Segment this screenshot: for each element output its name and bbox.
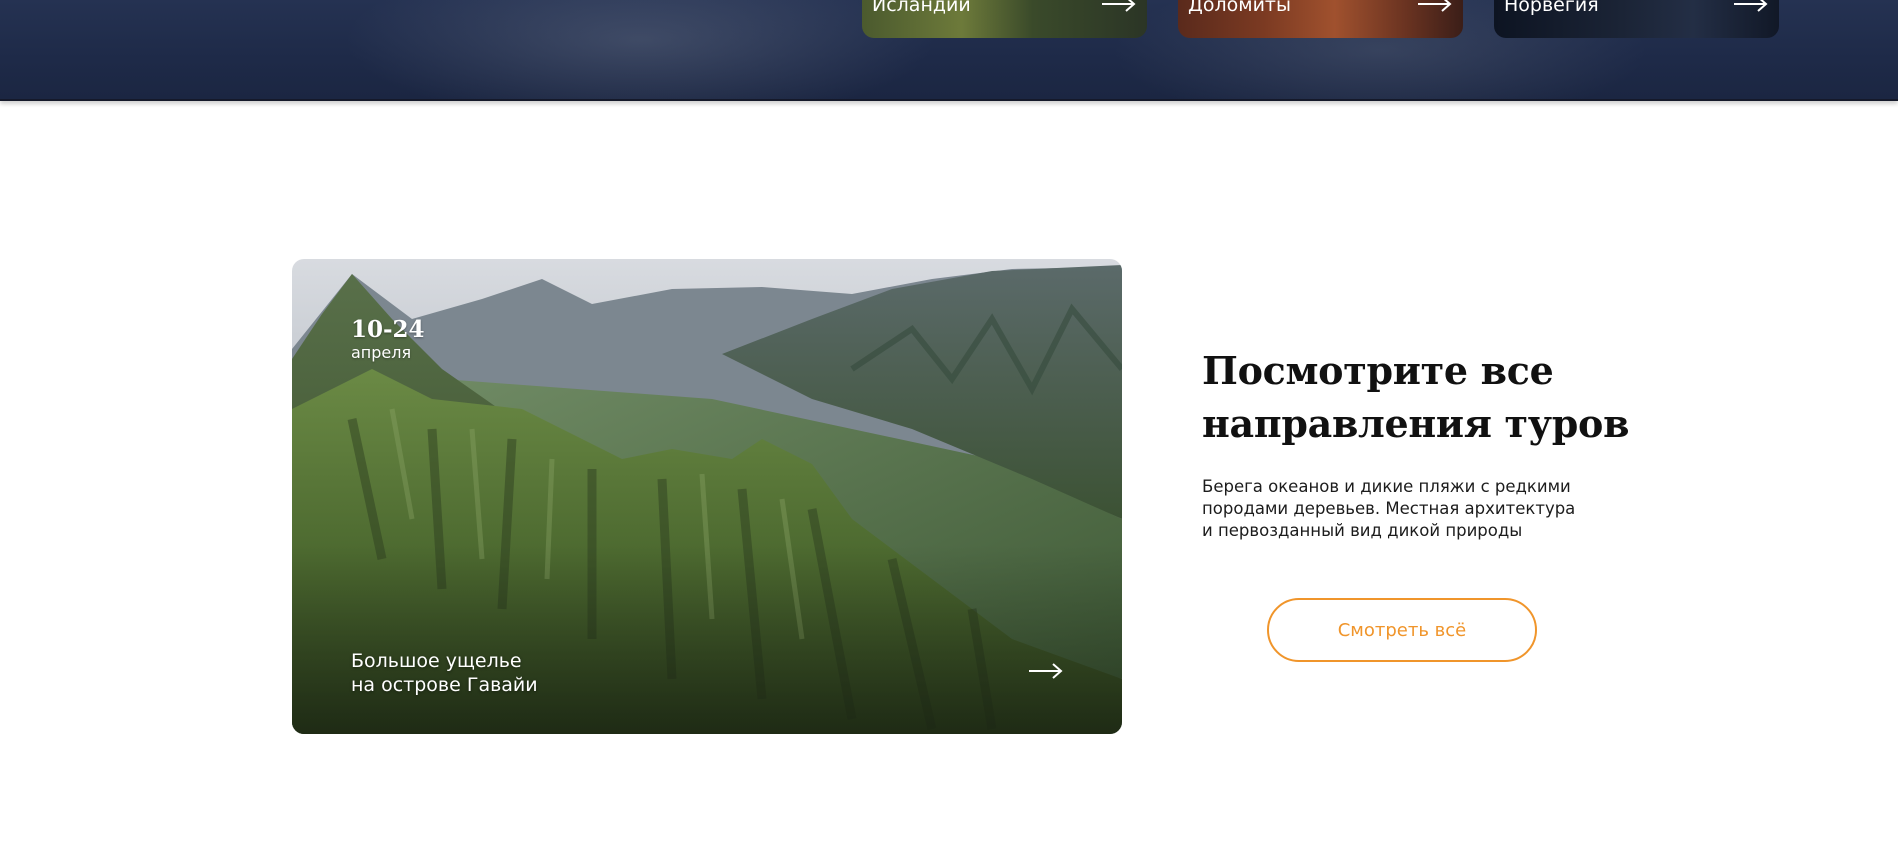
section-heading: Посмотрите все направления туров: [1202, 344, 1652, 450]
description-line: Берега океанов и дикие пляжи с редкими: [1202, 477, 1571, 496]
arrow-right-icon[interactable]: [1028, 662, 1064, 680]
heading-line: Посмотрите все: [1202, 348, 1554, 393]
arrow-right-icon: [1734, 0, 1768, 12]
tour-title-line: Большое ущелье: [351, 650, 522, 672]
tour-date-range: 10-24: [351, 316, 425, 343]
tour-date-month: апреля: [351, 343, 412, 362]
heading-line: направления туров: [1202, 401, 1630, 446]
destination-card-iceland[interactable]: Исландии: [862, 0, 1147, 38]
destination-card-norway[interactable]: Норвегия: [1494, 0, 1779, 38]
description-line: и первозданный вид дикой природы: [1202, 521, 1523, 540]
view-all-button[interactable]: Смотреть всё: [1267, 598, 1537, 662]
tour-title: Большое ущелье на острове Гавайи: [351, 649, 538, 697]
destination-label: Норвегия: [1504, 0, 1599, 16]
section-description: Берега океанов и дикие пляжи с редкими п…: [1202, 476, 1622, 542]
destination-label: Доломиты: [1188, 0, 1291, 16]
tour-title-line: на острове Гавайи: [351, 674, 538, 696]
arrow-right-icon: [1418, 0, 1452, 12]
hero-banner: Исландии Доломиты Норвегия: [0, 0, 1898, 101]
arrow-right-icon: [1102, 0, 1136, 12]
description-line: породами деревьев. Местная архитектура: [1202, 499, 1576, 518]
featured-tour-card[interactable]: 10-24 апреля Большое ущелье на острове Г…: [292, 259, 1122, 734]
destination-label: Исландии: [872, 0, 971, 16]
destination-card-dolomites[interactable]: Доломиты: [1178, 0, 1463, 38]
